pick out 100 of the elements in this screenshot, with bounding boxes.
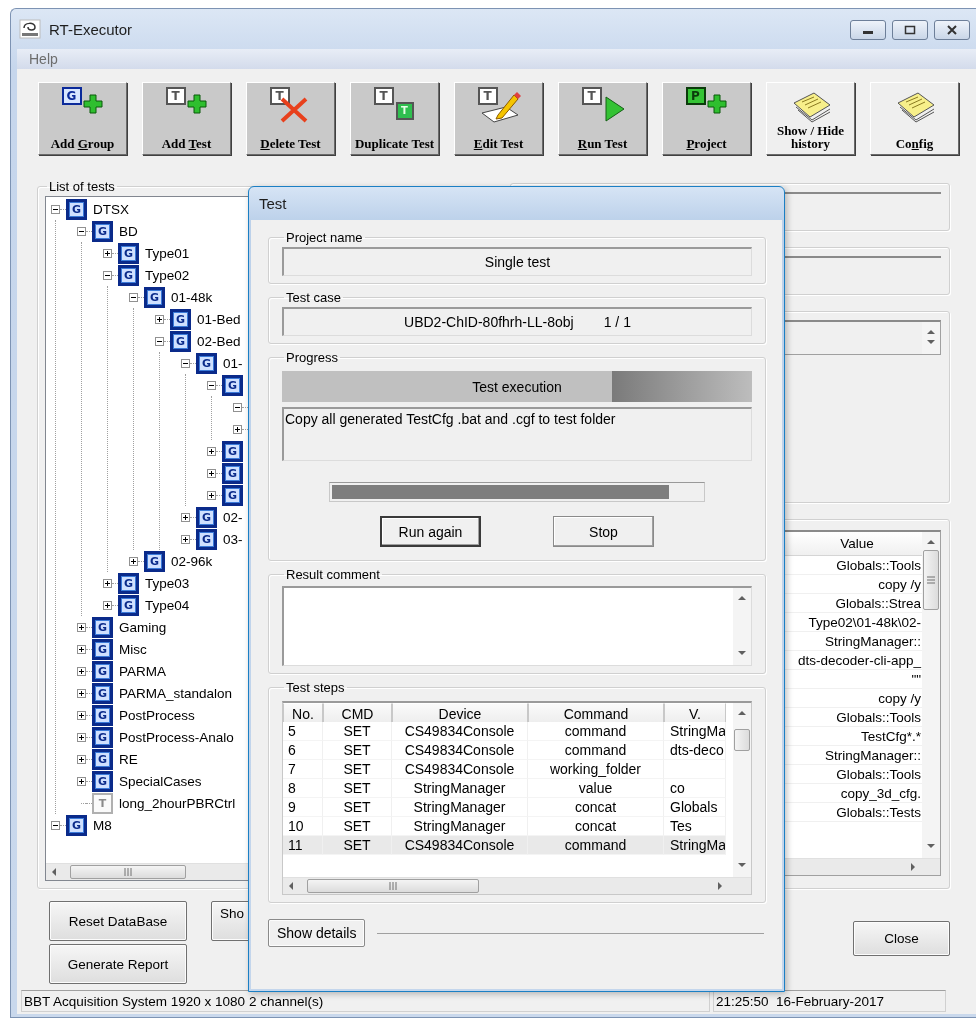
action-button[interactable]: Reset DataBase xyxy=(49,901,187,941)
minus-icon[interactable] xyxy=(103,270,112,280)
toolbar-button[interactable]: T T Duplicate Test xyxy=(350,82,439,155)
minimize-button[interactable] xyxy=(850,20,886,40)
group-icon: G xyxy=(222,440,243,462)
tree-item[interactable]: 01-Bed xyxy=(197,311,241,327)
scrollbar[interactable] xyxy=(733,703,751,877)
test-case-counter: 1 / 1 xyxy=(603,314,631,330)
plus-icon[interactable] xyxy=(77,666,86,676)
group-icon: G xyxy=(92,748,113,770)
menu-item[interactable]: Help xyxy=(17,51,70,67)
toolbar-button[interactable]: T Add Test xyxy=(142,82,231,155)
scrollbar[interactable] xyxy=(922,322,940,354)
toolbar-button[interactable]: T Delete Test xyxy=(246,82,335,155)
scrollbar[interactable] xyxy=(283,877,751,894)
plus-icon[interactable] xyxy=(77,622,86,632)
toolbar-button[interactable]: P Project xyxy=(662,82,751,155)
scrollbar[interactable] xyxy=(733,588,751,665)
minus-icon[interactable] xyxy=(181,358,190,368)
tree-item[interactable]: PARMA xyxy=(119,663,166,679)
tree-item[interactable]: 02-Bed xyxy=(197,333,241,349)
dialog-button[interactable]: Stop xyxy=(553,516,654,547)
table-cell: CS49834Console xyxy=(392,760,528,779)
comment-field[interactable] xyxy=(282,586,752,666)
grip-icon xyxy=(927,576,935,584)
dialog-button[interactable]: Run again xyxy=(380,516,481,547)
tree-item[interactable]: long_2hourPBRCtrl xyxy=(119,795,236,811)
tree-item[interactable]: RE xyxy=(119,751,138,767)
plus-icon[interactable] xyxy=(181,534,190,544)
right-arrow-icon[interactable] xyxy=(715,881,725,891)
close-button[interactable]: Close xyxy=(853,921,950,956)
tree-item[interactable]: 03- xyxy=(223,531,243,547)
tree-item[interactable]: M8 xyxy=(93,817,112,833)
scrollbar[interactable] xyxy=(922,532,940,858)
minus-icon[interactable] xyxy=(129,292,138,302)
tree-item[interactable]: BD xyxy=(119,223,138,239)
tree-item[interactable]: 01- xyxy=(223,355,243,371)
action-button[interactable]: Generate Report xyxy=(49,944,187,984)
plus-icon[interactable] xyxy=(181,512,190,522)
plus-icon[interactable] xyxy=(207,490,216,500)
tree-item[interactable]: Type04 xyxy=(145,597,190,613)
group-label: Test case xyxy=(285,290,342,305)
grip-icon xyxy=(389,882,397,890)
plus-icon[interactable] xyxy=(233,424,242,434)
tree-item[interactable]: SpecialCases xyxy=(119,773,202,789)
minus-icon[interactable] xyxy=(51,204,60,214)
group-icon: G xyxy=(144,550,165,572)
plus-icon[interactable] xyxy=(129,556,138,566)
plus-icon[interactable] xyxy=(77,688,86,698)
plus-icon[interactable] xyxy=(77,732,86,742)
minus-icon[interactable] xyxy=(155,336,164,346)
column-header[interactable]: Value xyxy=(792,532,922,555)
test-icon: T xyxy=(92,792,113,814)
plus-icon[interactable] xyxy=(77,776,86,786)
plus-icon[interactable] xyxy=(155,314,164,324)
group-icon: G xyxy=(92,638,113,660)
tree-item[interactable]: Misc xyxy=(119,641,147,657)
table-cell: SET xyxy=(323,741,392,760)
tree-item[interactable]: Type01 xyxy=(145,245,190,261)
table-cell: SET xyxy=(323,722,392,741)
minus-icon[interactable] xyxy=(51,820,60,830)
minus-icon[interactable] xyxy=(207,380,216,390)
tree-item[interactable]: PostProcess xyxy=(119,707,195,723)
table-cell: 6 xyxy=(283,741,323,760)
maximize-button[interactable] xyxy=(892,20,928,40)
table-cell: 9 xyxy=(283,798,323,817)
plus-icon[interactable] xyxy=(207,446,216,456)
plus-icon[interactable] xyxy=(103,600,112,610)
minus-icon[interactable] xyxy=(77,226,86,236)
toolbar-button[interactable]: Show / Hide history xyxy=(766,82,855,155)
plus-icon[interactable] xyxy=(103,578,112,588)
plus-icon[interactable] xyxy=(77,710,86,720)
tree-item[interactable]: 02-96k xyxy=(171,553,213,569)
group-icon: G xyxy=(92,616,113,638)
toolbar-button[interactable]: T Edit Test xyxy=(454,82,543,155)
plus-icon[interactable] xyxy=(77,644,86,654)
close-button[interactable] xyxy=(934,20,970,40)
toolbar-button[interactable]: G Add Group xyxy=(38,82,127,155)
tree-item[interactable]: Type03 xyxy=(145,575,190,591)
right-arrow-icon[interactable] xyxy=(908,862,918,872)
tree-item[interactable]: Type02 xyxy=(145,267,190,283)
tree-item[interactable]: Gaming xyxy=(119,619,167,635)
table-cell: dts-deco xyxy=(664,741,726,760)
tree-item[interactable]: 02- xyxy=(223,509,243,525)
group-label: Result comment xyxy=(285,567,381,582)
table-cell: command xyxy=(528,836,664,855)
toolbar-button[interactable]: T Run Test xyxy=(558,82,647,155)
tree-item[interactable]: DTSX xyxy=(93,201,129,217)
table-cell: StringManager xyxy=(392,798,528,817)
plus-icon[interactable] xyxy=(103,248,112,258)
tree-item[interactable]: 01-48k xyxy=(171,289,213,305)
tree-item[interactable]: PARMA_standalon xyxy=(119,685,233,701)
show-details-button[interactable]: Show details xyxy=(268,919,366,947)
minus-icon[interactable] xyxy=(233,402,242,412)
plus-icon[interactable] xyxy=(207,468,216,478)
scroll-thumb[interactable] xyxy=(923,550,939,610)
toolbar-button[interactable]: Config xyxy=(870,82,959,155)
plus-icon[interactable] xyxy=(77,754,86,764)
scroll-thumb[interactable] xyxy=(734,729,750,751)
tree-item[interactable]: PostProcess-Analo xyxy=(119,729,234,745)
